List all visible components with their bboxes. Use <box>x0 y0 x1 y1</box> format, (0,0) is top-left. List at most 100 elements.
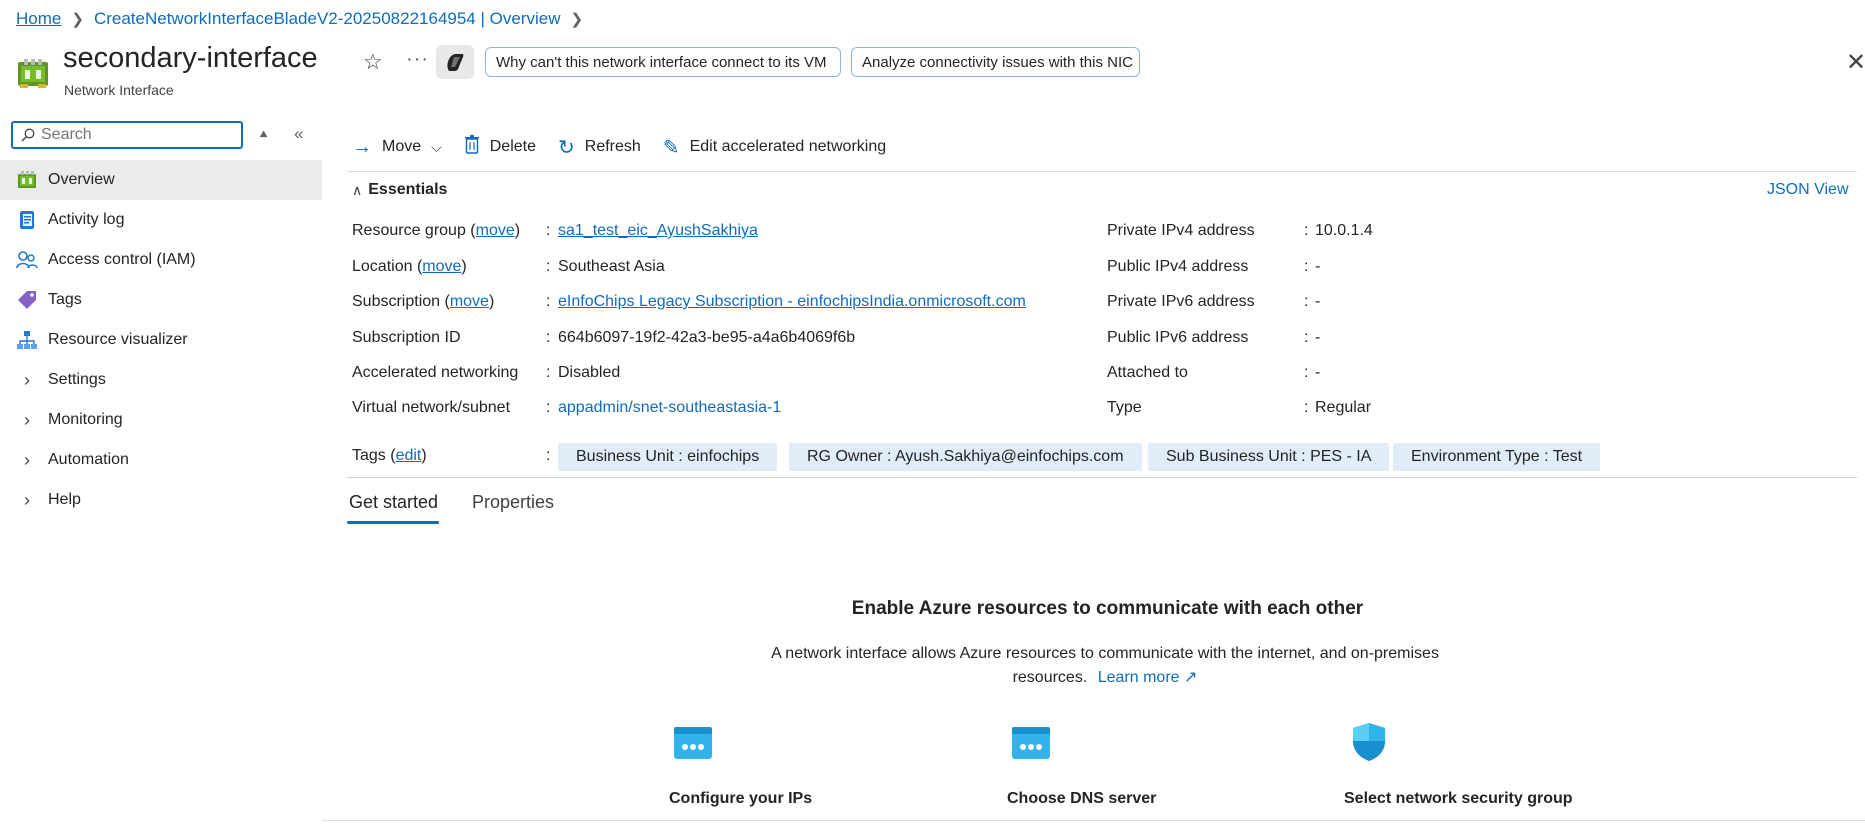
refresh-button[interactable]: ↻ Refresh <box>558 135 641 160</box>
close-icon[interactable]: ✕ <box>1846 48 1865 77</box>
command-bar: → Move ⌵ Delete ↻ Refresh ✎ Edit acceler… <box>352 134 908 160</box>
divider <box>347 477 1857 478</box>
virtual-network-link[interactable]: appadmin/snet-southeastasia-1 <box>558 399 781 417</box>
collapse-sidebar-icon[interactable]: « <box>294 124 303 144</box>
essentials-toggle[interactable]: ∧ Essentials <box>352 181 447 199</box>
network-interface-icon <box>18 59 48 88</box>
arrow-right-icon: → <box>352 135 372 158</box>
sidebar-item-label: Activity log <box>48 211 125 228</box>
active-tab-indicator <box>347 521 439 524</box>
learn-more-link[interactable]: Learn more ↗ <box>1098 669 1198 686</box>
sidebar-item-overview[interactable]: Overview <box>0 160 322 200</box>
favorite-star-icon[interactable]: ☆ <box>363 49 383 75</box>
separator: : <box>1304 364 1309 381</box>
field-label: Subscription <box>352 293 441 310</box>
refresh-icon: ↻ <box>558 136 575 159</box>
sidebar-item-settings[interactable]: › Settings <box>0 360 322 400</box>
sidebar-item-tags[interactable]: Tags <box>0 280 322 320</box>
separator: : <box>1304 399 1309 416</box>
move-label: Move <box>382 138 422 155</box>
tags-label: Tags (edit) <box>352 447 427 464</box>
copilot-prompt-button[interactable]: Why can't this network interface connect… <box>485 47 841 77</box>
json-view-link[interactable]: JSON View <box>1767 181 1849 199</box>
sidebar-item-help[interactable]: › Help <box>0 480 322 520</box>
hierarchy-icon <box>16 329 38 351</box>
network-interface-icon <box>16 169 38 191</box>
sidebar-item-label: Help <box>48 491 81 508</box>
external-link-icon: ↗ <box>1184 669 1198 686</box>
type-label: Type <box>1107 399 1142 416</box>
page-title: secondary-interface <box>63 42 318 74</box>
shield-icon <box>1353 723 1385 761</box>
sidebar-item-monitoring[interactable]: › Monitoring <box>0 400 322 440</box>
edit-accelerated-networking-button[interactable]: ✎ Edit accelerated networking <box>663 135 886 160</box>
separator: : <box>546 222 551 239</box>
sidebar-item-label: Monitoring <box>48 411 123 428</box>
search-box[interactable] <box>11 121 243 149</box>
sidebar-item-label: Access control (IAM) <box>48 251 196 268</box>
get-started-title: Enable Azure resources to communicate wi… <box>851 598 1364 619</box>
divider <box>322 820 1865 821</box>
attached-to-value: - <box>1315 364 1321 381</box>
move-button[interactable]: → Move ⌵ <box>352 136 442 159</box>
public-ipv6-label: Public IPv6 address <box>1107 329 1249 346</box>
learn-more-label: Learn more <box>1097 669 1180 686</box>
search-icon <box>21 128 35 142</box>
get-started-description: A network interface allows Azure resourc… <box>760 642 1450 690</box>
sidebar-item-automation[interactable]: › Automation <box>0 440 322 480</box>
move-subscription-link[interactable]: move <box>450 293 489 310</box>
tab-get-started[interactable]: Get started <box>349 492 438 513</box>
chevron-right-icon: › <box>24 409 30 430</box>
sidebar-nav: Overview Activity log Access control (IA… <box>0 160 322 520</box>
sidebar-item-label: Settings <box>48 371 106 388</box>
more-options-icon[interactable]: ··· <box>406 48 429 71</box>
tab-properties[interactable]: Properties <box>472 492 554 513</box>
field-label: Location <box>352 258 413 275</box>
select-nsg-title: Select network security group <box>1344 790 1573 807</box>
search-input[interactable] <box>39 125 223 145</box>
edit-tags-link[interactable]: edit <box>396 447 422 464</box>
breadcrumb: Home ❯ CreateNetworkInterfaceBladeV2-202… <box>16 9 593 29</box>
move-resource-group-link[interactable]: move <box>476 222 515 239</box>
sidebar-item-label: Automation <box>48 451 129 468</box>
chevron-right-icon: ❯ <box>570 11 584 28</box>
separator: : <box>546 364 551 381</box>
dns-server-icon <box>1012 727 1050 759</box>
location-label: Location (move) <box>352 258 467 275</box>
private-ipv4-label: Private IPv4 address <box>1107 222 1255 239</box>
pencil-icon: ✎ <box>662 136 680 159</box>
delete-button[interactable]: Delete <box>464 134 536 160</box>
sidebar-item-access-control[interactable]: Access control (IAM) <box>0 240 322 280</box>
essentials-heading: Essentials <box>368 181 448 198</box>
breadcrumb-home-link[interactable]: Home <box>16 9 61 29</box>
move-location-link[interactable]: move <box>422 258 461 275</box>
accelerated-networking-label: Accelerated networking <box>352 364 519 381</box>
separator: : <box>546 329 551 346</box>
sidebar-item-label: Resource visualizer <box>48 331 188 348</box>
field-label: Tags <box>352 447 386 464</box>
separator: : <box>1304 293 1309 310</box>
tag-chip: RG Owner : Ayush.Sakhiya@einfochips.com <box>789 443 1142 471</box>
breadcrumb-blade-link[interactable]: CreateNetworkInterfaceBladeV2-2025082216… <box>94 9 561 29</box>
copilot-prompt-button[interactable]: Analyze connectivity issues with this NI… <box>851 47 1140 77</box>
tag-chip: Business Unit : einfochips <box>558 443 778 471</box>
tag-chip: Environment Type : Test <box>1393 443 1601 471</box>
sidebar-item-activity-log[interactable]: Activity log <box>0 200 322 240</box>
chevron-right-icon: › <box>24 489 30 510</box>
sidebar-item-label: Overview <box>48 171 115 188</box>
resource-type: Network Interface <box>64 82 174 98</box>
subscription-link[interactable]: eInfoChips Legacy Subscription - einfoch… <box>558 293 1026 311</box>
attached-to-label: Attached to <box>1107 364 1188 381</box>
virtual-network-label: Virtual network/subnet <box>352 399 511 416</box>
accelerated-networking-value: Disabled <box>558 364 621 381</box>
copilot-button[interactable] <box>436 45 474 79</box>
edit-accel-label: Edit accelerated networking <box>689 138 887 155</box>
resource-group-link[interactable]: sa1_test_eic_AyushSakhiya <box>558 222 758 240</box>
separator: : <box>1304 258 1309 275</box>
resource-group-label: Resource group (move) <box>352 222 521 239</box>
trash-icon <box>464 134 480 160</box>
expand-collapse-icon[interactable]: ⯅ <box>258 126 269 143</box>
sidebar-item-resource-visualizer[interactable]: Resource visualizer <box>0 320 322 360</box>
separator: : <box>546 293 551 310</box>
configure-ips-title: Configure your IPs <box>669 790 813 807</box>
